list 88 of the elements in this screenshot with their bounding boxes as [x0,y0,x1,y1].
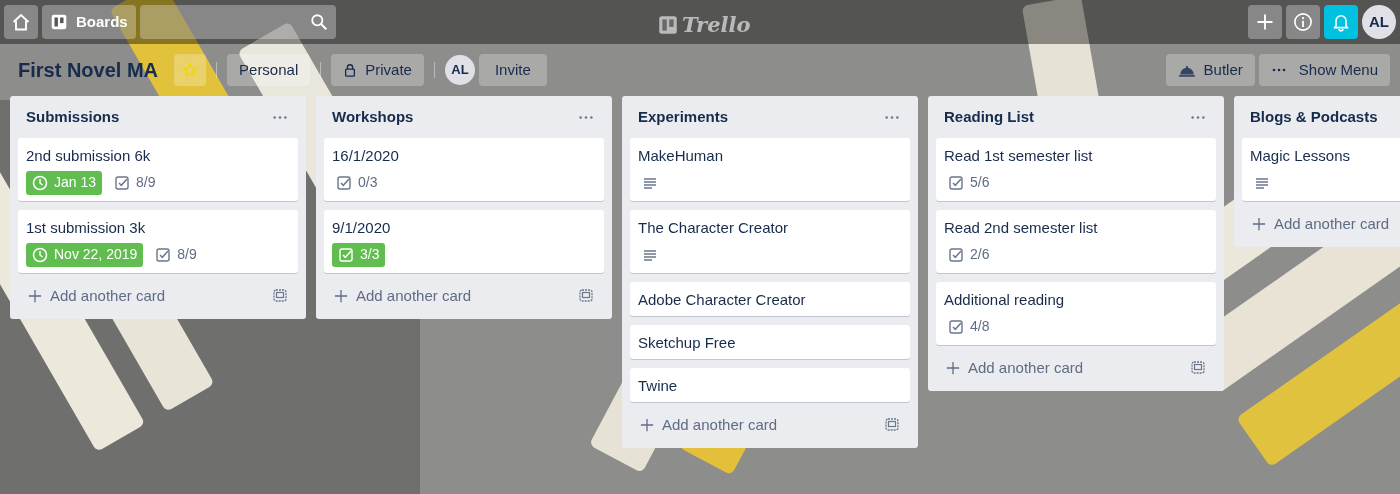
card-title: Twine [638,375,679,396]
card-title: The Character Creator [638,217,790,238]
card[interactable]: Read 2nd semester list 2/6 [936,209,1216,273]
card-title: Adobe Character Creator [638,289,807,310]
star-icon [182,62,199,78]
card-title: Additional reading [944,289,1066,310]
plus-icon [1255,12,1275,32]
template-icon [884,416,900,433]
list-title[interactable]: Reading List [944,106,1034,129]
clock-icon [32,174,48,191]
plus-icon [946,360,960,375]
clock-icon [32,246,48,263]
card-title: 1st submission 3k [26,217,147,238]
plus-icon [1252,216,1266,231]
template-icon [272,287,288,304]
card-title: 9/1/2020 [332,217,392,238]
checkbox-icon [948,246,964,263]
card[interactable]: Adobe Character Creator [630,281,910,316]
add-card-button[interactable]: Add another card [1252,212,1390,235]
lock-icon [343,63,358,77]
checklist-count: 4/8 [970,317,990,336]
more-icon [885,115,899,119]
card[interactable]: 9/1/2020 3/3 [324,209,604,273]
more-icon [273,115,287,119]
card-title: 2nd submission 6k [26,145,152,166]
card[interactable]: MakeHuman [630,137,910,201]
due-date-text: Nov 22, 2019 [54,245,138,264]
template-icon [1190,359,1206,376]
card[interactable]: The Character Creator [630,209,910,273]
card-title: Read 2nd semester list [944,217,1099,238]
home-icon [11,12,31,32]
home-button[interactable] [4,5,38,39]
search-field[interactable] [139,5,336,39]
checklist-count: 8/9 [136,173,156,192]
checklist-count: 2/6 [970,245,990,264]
card[interactable]: Magic Lessons [1242,137,1400,201]
checkbox-icon [338,246,354,263]
notifications-button[interactable] [1324,5,1358,39]
plus-icon [28,288,42,303]
card[interactable]: 1st submission 3k Nov 22, 2019 8/9 [18,209,298,273]
team-button[interactable]: Personal [227,54,311,86]
card[interactable]: 2nd submission 6k Jan 13 8/9 [18,137,298,201]
card-title: Sketchup Free [638,332,737,353]
add-card-button[interactable]: Add another card [28,284,166,307]
logo-text: Trello [682,11,751,39]
checklist-count: 0/3 [358,173,378,192]
checkbox-icon [114,174,131,191]
checkbox-icon [336,174,352,191]
template-icon [578,287,594,304]
board-icon [658,14,678,35]
more-icon [579,115,593,119]
list-title[interactable]: Workshops [332,106,414,129]
checklist-count: 5/6 [970,173,990,192]
card[interactable]: Read 1st semester list 5/6 [936,137,1216,201]
card-title: MakeHuman [638,145,725,166]
star-button[interactable] [174,54,207,86]
checklist-count: 3/3 [360,245,380,264]
due-date-text: Jan 13 [54,173,97,192]
checkbox-icon [948,174,964,191]
card-title: Read 1st semester list [944,145,1094,166]
add-card-button[interactable]: Add another card [640,413,778,436]
boards-button[interactable]: Boards [42,5,136,39]
info-icon [1293,12,1313,32]
search-icon [309,13,328,31]
card-title: Magic Lessons [1250,145,1352,166]
card-title: 16/1/2020 [332,145,400,166]
bell-icon [1331,12,1351,32]
card[interactable]: Sketchup Free [630,324,910,359]
card[interactable]: 16/1/2020 0/3 [324,137,604,201]
invite-button[interactable]: Invite [478,54,547,86]
checkbox-icon [155,246,172,263]
show-menu-button[interactable]: Show Menu [1258,54,1390,86]
list-title[interactable]: Blogs & Podcasts [1250,106,1378,129]
list-title[interactable]: Submissions [26,106,120,129]
card[interactable]: Twine [630,367,910,402]
plus-icon [334,288,348,303]
plus-icon [640,417,654,432]
info-button[interactable] [1286,5,1320,39]
add-card-button[interactable]: Add another card [334,284,472,307]
checkbox-icon [948,318,964,335]
list-title[interactable]: Experiments [638,106,729,129]
checklist-count: 8/9 [177,245,197,264]
card[interactable]: Additional reading 4/8 [936,281,1216,345]
butler-button[interactable]: Butler [1165,54,1255,86]
visibility-button[interactable]: Private [331,54,424,86]
add-button[interactable] [1248,5,1282,39]
add-card-button[interactable]: Add another card [946,356,1084,379]
more-icon [1191,115,1205,119]
